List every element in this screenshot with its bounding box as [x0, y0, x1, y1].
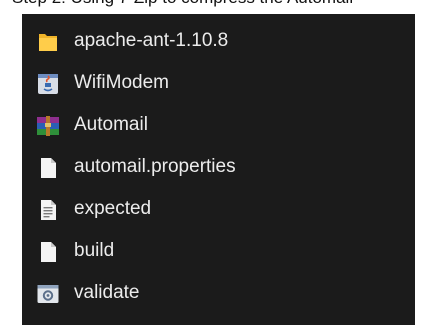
- file-item-expected[interactable]: expected: [22, 189, 415, 229]
- file-item-label: automail.properties: [74, 156, 236, 177]
- blank-file-icon: [36, 156, 60, 180]
- winrar-archive-icon: [36, 114, 60, 138]
- file-item-label: apache-ant-1.10.8: [74, 30, 229, 51]
- file-item-label: expected: [74, 198, 152, 219]
- file-item-automail-properties[interactable]: automail.properties: [22, 147, 415, 187]
- file-item-apache-ant[interactable]: apache-ant-1.10.8: [22, 21, 415, 61]
- file-list: apache-ant-1.10.8 WifiModem Automail aut…: [22, 14, 415, 325]
- file-item-build[interactable]: build: [22, 231, 415, 271]
- screenshot: Step 2: Using 7-Zip to compress the Auto…: [0, 0, 435, 325]
- text-file-icon: [36, 198, 60, 222]
- document-caption: Step 2: Using 7-Zip to compress the Auto…: [12, 0, 435, 10]
- java-file-icon: [36, 72, 60, 96]
- file-item-automail[interactable]: Automail: [22, 105, 415, 145]
- file-item-label: WifiModem: [74, 72, 170, 93]
- file-item-label: validate: [74, 282, 140, 303]
- blank-file-icon: [36, 240, 60, 264]
- settings-file-icon: [36, 282, 60, 306]
- file-item-validate[interactable]: validate: [22, 273, 415, 313]
- file-item-label: build: [74, 240, 115, 261]
- file-item-label: Automail: [74, 114, 148, 135]
- folder-icon: [36, 30, 60, 54]
- file-item-wifimodem[interactable]: WifiModem: [22, 63, 415, 103]
